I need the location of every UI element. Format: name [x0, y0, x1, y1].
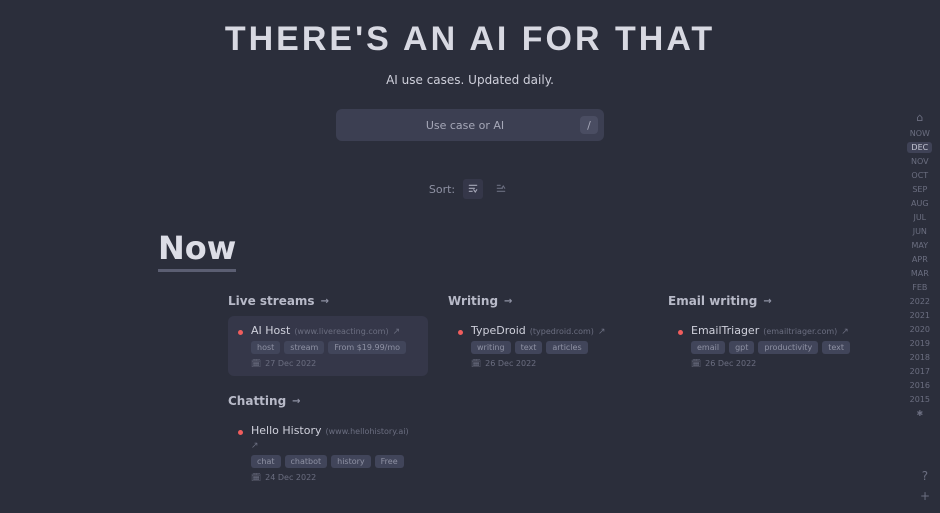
tool-url: (www.hellohistory.ai) [326, 427, 409, 436]
tool-card[interactable]: AI Host (www.livereacting.com) ↗ host stream… [228, 316, 428, 376]
tag[interactable]: writing [471, 341, 511, 354]
home-icon[interactable]: ⌂ [909, 110, 931, 125]
now-section-title: Now [158, 229, 236, 272]
external-link-icon[interactable]: ↗ [598, 327, 606, 337]
new-dot-icon [238, 330, 243, 335]
timeline-item[interactable]: 2020 [906, 324, 934, 335]
tag[interactable]: host [251, 341, 280, 354]
star-icon[interactable]: ✱ [909, 408, 931, 419]
tool-date: 27 Dec 2022 [265, 359, 316, 368]
tag[interactable]: gpt [729, 341, 754, 354]
tag[interactable]: text [515, 341, 543, 354]
new-dot-icon [238, 430, 243, 435]
new-dot-icon [678, 330, 683, 335]
tag[interactable]: chat [251, 455, 281, 468]
arrow-right-icon: → [292, 396, 300, 407]
tag[interactable]: email [691, 341, 725, 354]
category-title: Live streams [228, 294, 315, 308]
tool-card[interactable]: TypeDroid (typedroid.com) ↗ writing textarti… [448, 316, 648, 376]
timeline-item[interactable]: SEP [908, 184, 931, 195]
timeline-item[interactable]: 2017 [906, 366, 934, 377]
timeline-item[interactable]: DEC [907, 142, 932, 153]
category: Live streams → AI Host (www.livereacting.co… [228, 294, 428, 376]
tag[interactable]: text [822, 341, 850, 354]
timeline-item[interactable]: 2022 [906, 296, 934, 307]
tag[interactable]: history [331, 455, 371, 468]
tool-title: EmailTriager [691, 324, 759, 337]
page-subtitle: AI use cases. Updated daily. [386, 73, 554, 87]
new-dot-icon [458, 330, 463, 335]
search-input[interactable] [350, 118, 580, 133]
timeline-item[interactable]: 2016 [906, 380, 934, 391]
sort-desc-icon [467, 183, 479, 195]
sort-asc-icon [495, 183, 507, 195]
timeline-item[interactable]: 2018 [906, 352, 934, 363]
tag[interactable]: chatbot [285, 455, 328, 468]
timeline-item[interactable]: 2015 [906, 394, 934, 405]
tool-date: 26 Dec 2022 [705, 359, 756, 368]
calendar-icon: 🗓 [251, 359, 261, 368]
timeline-item[interactable]: 2019 [906, 338, 934, 349]
sort-label: Sort: [429, 183, 455, 196]
tool-title: TypeDroid [471, 324, 526, 337]
external-link-icon[interactable]: ↗ [841, 327, 849, 337]
tool-title: AI Host [251, 324, 290, 337]
timeline-item[interactable]: AUG [907, 198, 933, 209]
help-button[interactable]: ? [922, 469, 928, 483]
page-title: THERE'S AN AI FOR THAT [225, 20, 715, 59]
timeline-item[interactable]: APR [908, 254, 932, 265]
tag[interactable]: Free [375, 455, 404, 468]
category-header[interactable]: Chatting → [228, 394, 428, 408]
category: Chatting → Hello History (www.hellohistory.… [228, 394, 428, 490]
sort-desc-button[interactable] [463, 179, 483, 199]
timeline-item[interactable]: FEB [908, 282, 931, 293]
arrow-right-icon: → [763, 296, 771, 307]
external-link-icon[interactable]: ↗ [251, 441, 259, 451]
timeline-item[interactable]: OCT [907, 170, 932, 181]
timeline-nav: ⌂ NOW DEC NOV OCT SEP AUG JUL JUN MAY APR MAR FEB 202… [906, 110, 934, 419]
tool-url: (typedroid.com) [530, 327, 594, 336]
tool-url: (emailtriager.com) [763, 327, 837, 336]
add-button[interactable]: + [920, 489, 930, 503]
search-shortcut-key: / [580, 116, 598, 134]
tag[interactable]: productivity [758, 341, 818, 354]
external-link-icon[interactable]: ↗ [393, 327, 401, 337]
category-title: Chatting [228, 394, 286, 408]
tag[interactable]: stream [284, 341, 324, 354]
tool-title: Hello History [251, 424, 322, 437]
tag[interactable]: articles [546, 341, 587, 354]
tool-card[interactable]: Hello History (www.hellohistory.ai) ↗ chatc… [228, 416, 428, 490]
search-bar[interactable]: / [336, 109, 604, 141]
tag[interactable]: From $19.99/mo [328, 341, 406, 354]
category-title: Writing [448, 294, 498, 308]
category-header[interactable]: Writing → [448, 294, 648, 308]
calendar-icon: 🗓 [471, 359, 481, 368]
sort-asc-button[interactable] [491, 179, 511, 199]
arrow-right-icon: → [504, 296, 512, 307]
category: Writing → TypeDroid (typedroid.com) ↗ writing… [448, 294, 648, 376]
category: Email writing → EmailTriager (emailtriager.… [668, 294, 868, 376]
calendar-icon: 🗓 [251, 473, 261, 482]
tool-url: (www.livereacting.com) [294, 327, 388, 336]
timeline-item[interactable]: NOW [906, 128, 934, 139]
tool-date: 26 Dec 2022 [485, 359, 536, 368]
timeline-item[interactable]: JUN [909, 226, 931, 237]
timeline-item[interactable]: NOV [907, 156, 933, 167]
timeline-item[interactable]: JUL [909, 212, 931, 223]
category-title: Email writing [668, 294, 757, 308]
timeline-item[interactable]: MAY [908, 240, 933, 251]
tool-card[interactable]: EmailTriager (emailtriager.com) ↗ email gptp… [668, 316, 868, 376]
tool-date: 24 Dec 2022 [265, 473, 316, 482]
calendar-icon: 🗓 [691, 359, 701, 368]
arrow-right-icon: → [321, 296, 329, 307]
timeline-item[interactable]: MAR [907, 268, 933, 279]
timeline-item[interactable]: 2021 [906, 310, 934, 321]
category-header[interactable]: Live streams → [228, 294, 428, 308]
category-header[interactable]: Email writing → [668, 294, 868, 308]
